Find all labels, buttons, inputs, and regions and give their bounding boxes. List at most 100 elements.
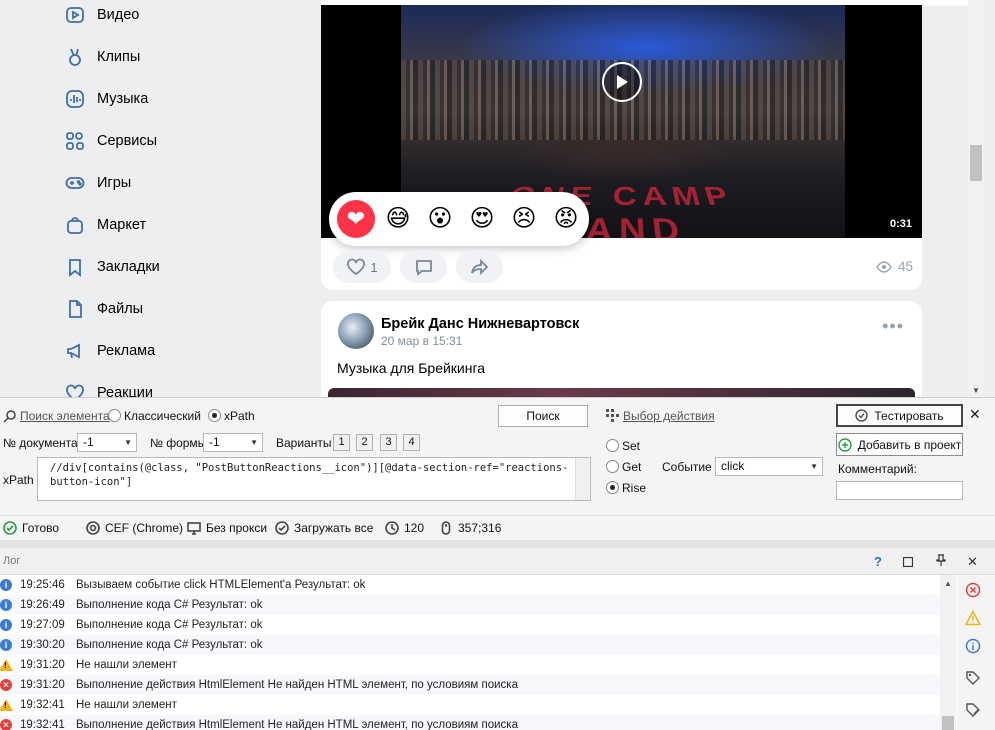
log-row[interactable]: ! 19:31:20 Не нашли элемент xyxy=(0,655,940,675)
choose-action-link[interactable]: Выбор действия xyxy=(623,409,715,423)
xpath-label: xPath xyxy=(3,473,34,487)
info-icon: i xyxy=(0,579,12,591)
variant-4-button[interactable]: 4 xyxy=(403,434,420,451)
status-proxy-text: Без прокси xyxy=(206,521,268,535)
variant-3-button[interactable]: 3 xyxy=(380,434,397,451)
close-icon[interactable]: ✕ xyxy=(969,406,981,423)
help-icon[interactable]: ? xyxy=(874,554,882,569)
sidebar-item-files[interactable]: Файлы xyxy=(64,295,143,323)
classic-radio[interactable] xyxy=(108,409,121,422)
rise-radio[interactable] xyxy=(606,481,619,494)
pin-icon[interactable] xyxy=(936,554,946,569)
reaction-wow[interactable]: 😮 xyxy=(421,200,459,238)
doc-number-select[interactable]: -1 ▼ xyxy=(77,433,137,452)
sidebar-item-label: Маркет xyxy=(97,217,147,233)
check-circle-icon xyxy=(275,521,289,535)
avatar[interactable] xyxy=(338,313,374,349)
log-message: Выполнение действия HtmlElement Не найде… xyxy=(76,679,518,691)
info-icon: i xyxy=(0,619,12,631)
maximize-icon[interactable] xyxy=(902,555,914,570)
error-circle-icon xyxy=(965,582,981,598)
sidebar-item-label: Клипы xyxy=(97,49,141,65)
log-time: 19:25:46 xyxy=(20,579,65,591)
share-icon xyxy=(470,258,488,276)
scroll-up-arrow-icon[interactable]: ▲ xyxy=(944,579,952,588)
filter-errors-button[interactable] xyxy=(964,581,982,599)
tag-pen-icon xyxy=(966,703,980,717)
reaction-laugh[interactable]: 😅 xyxy=(379,200,417,238)
form-number-label: № формы xyxy=(150,436,207,450)
log-row[interactable]: i 19:27:09 Выполнение кода C# Результат: o… xyxy=(0,615,940,635)
log-time: 19:32:41 xyxy=(20,719,65,730)
form-number-select[interactable]: -1 ▼ xyxy=(203,433,263,452)
scroll-down-arrow-icon[interactable]: ▼ xyxy=(972,386,980,395)
reaction-love[interactable]: 😍 xyxy=(463,200,501,238)
xpath-radio[interactable] xyxy=(208,409,221,422)
get-radio[interactable] xyxy=(606,460,619,473)
browser-scrollbar[interactable]: ▼ xyxy=(968,0,985,397)
comment-input[interactable] xyxy=(836,481,963,500)
log-row[interactable]: i 19:30:20 Выполнение кода C# Результат: o… xyxy=(0,635,940,655)
filter-warnings-button[interactable] xyxy=(964,609,982,627)
log-row[interactable]: ✕ 19:31:20 Выполнение действия HtmlElement… xyxy=(0,675,940,695)
sidebar-item-ads[interactable]: Реклама xyxy=(64,337,155,365)
sidebar-item-label: Видео xyxy=(97,7,140,23)
variant-2-button[interactable]: 2 xyxy=(356,434,373,451)
play-button[interactable] xyxy=(602,62,642,102)
post-time[interactable]: 20 мар в 15:31 xyxy=(381,334,462,348)
event-select[interactable]: click ▼ xyxy=(715,457,823,476)
log-message: Вызываем событие click HTMLElement'а Рез… xyxy=(76,579,366,591)
log-row[interactable]: i 19:26:49 Выполнение кода C# Результат: o… xyxy=(0,595,940,615)
sidebar-item-bookmarks[interactable]: Закладки xyxy=(64,253,160,281)
megaphone-icon xyxy=(64,340,86,362)
sidebar-item-games[interactable]: Игры xyxy=(64,169,131,197)
doc-number-label: № документа xyxy=(3,436,78,450)
status-engine[interactable]: CEF (Chrome) xyxy=(86,521,183,535)
comment-button[interactable] xyxy=(400,251,447,283)
more-options-icon[interactable]: ••• xyxy=(882,317,904,335)
status-load-all-text: Загружать все xyxy=(294,521,374,535)
log-scrollbar[interactable]: ▲ xyxy=(940,575,956,730)
close-icon[interactable]: ✕ xyxy=(967,554,978,570)
log-row[interactable]: ! 19:32:41 Не нашли элемент xyxy=(0,695,940,715)
view-count: 45 xyxy=(876,259,913,274)
share-button[interactable] xyxy=(456,251,503,283)
variant-1-button[interactable]: 1 xyxy=(333,434,350,451)
add-to-project-label: Добавить в проект xyxy=(857,437,962,452)
sidebar-item-clips[interactable]: Клипы xyxy=(64,43,140,71)
view-count-value: 45 xyxy=(897,259,913,274)
search-element-link[interactable]: Поиск элемента xyxy=(20,409,110,423)
set-radio[interactable] xyxy=(606,439,619,452)
tag-edit-button[interactable] xyxy=(964,701,982,719)
status-timeout[interactable]: 120 xyxy=(385,521,424,535)
status-load-all[interactable]: Загружать все xyxy=(275,521,373,535)
status-proxy[interactable]: Без прокси xyxy=(187,521,267,535)
reaction-like[interactable]: ❤ xyxy=(337,200,375,238)
xpath-input[interactable]: //div[contains(@class, "PostButtonReacti… xyxy=(37,457,591,501)
post-image[interactable] xyxy=(328,388,915,397)
add-to-project-button[interactable]: Добавить в проект xyxy=(836,433,963,456)
sidebar-item-market[interactable]: Маркет xyxy=(64,211,146,239)
sidebar-item-music[interactable]: Музыка xyxy=(64,85,148,113)
tag-filter-button[interactable] xyxy=(964,669,982,687)
reaction-angry[interactable]: 😡 xyxy=(547,200,585,238)
sidebar-item-reactions[interactable]: Реакции xyxy=(64,379,153,397)
heart-icon xyxy=(64,382,86,397)
xpath-scrollbar[interactable] xyxy=(575,458,590,500)
log-row[interactable]: ✕ 19:32:41 Выполнение действия HtmlElement… xyxy=(0,715,940,730)
status-ready: Готово xyxy=(3,521,59,535)
like-button[interactable]: 1 xyxy=(333,251,391,283)
log-row[interactable]: i 19:25:46 Вызываем событие click HTMLElem… xyxy=(0,575,940,595)
test-button[interactable]: Тестировать xyxy=(836,404,963,427)
scrollbar-thumb[interactable] xyxy=(970,145,982,181)
search-button[interactable]: Поиск xyxy=(498,405,588,427)
scrollbar-thumb[interactable] xyxy=(942,716,954,730)
sidebar-item-services[interactable]: Сервисы xyxy=(64,127,157,155)
post-card: Брейк Данс Нижневартовск 20 мар в 15:31 … xyxy=(321,301,922,397)
panel-splitter[interactable] xyxy=(0,540,995,548)
post-author[interactable]: Брейк Данс Нижневартовск xyxy=(381,316,579,332)
filter-info-button[interactable] xyxy=(964,637,982,655)
reaction-sad[interactable]: 😣 xyxy=(505,200,543,238)
form-number-value: -1 xyxy=(209,435,220,449)
sidebar-item-video[interactable]: Видео xyxy=(64,1,139,29)
